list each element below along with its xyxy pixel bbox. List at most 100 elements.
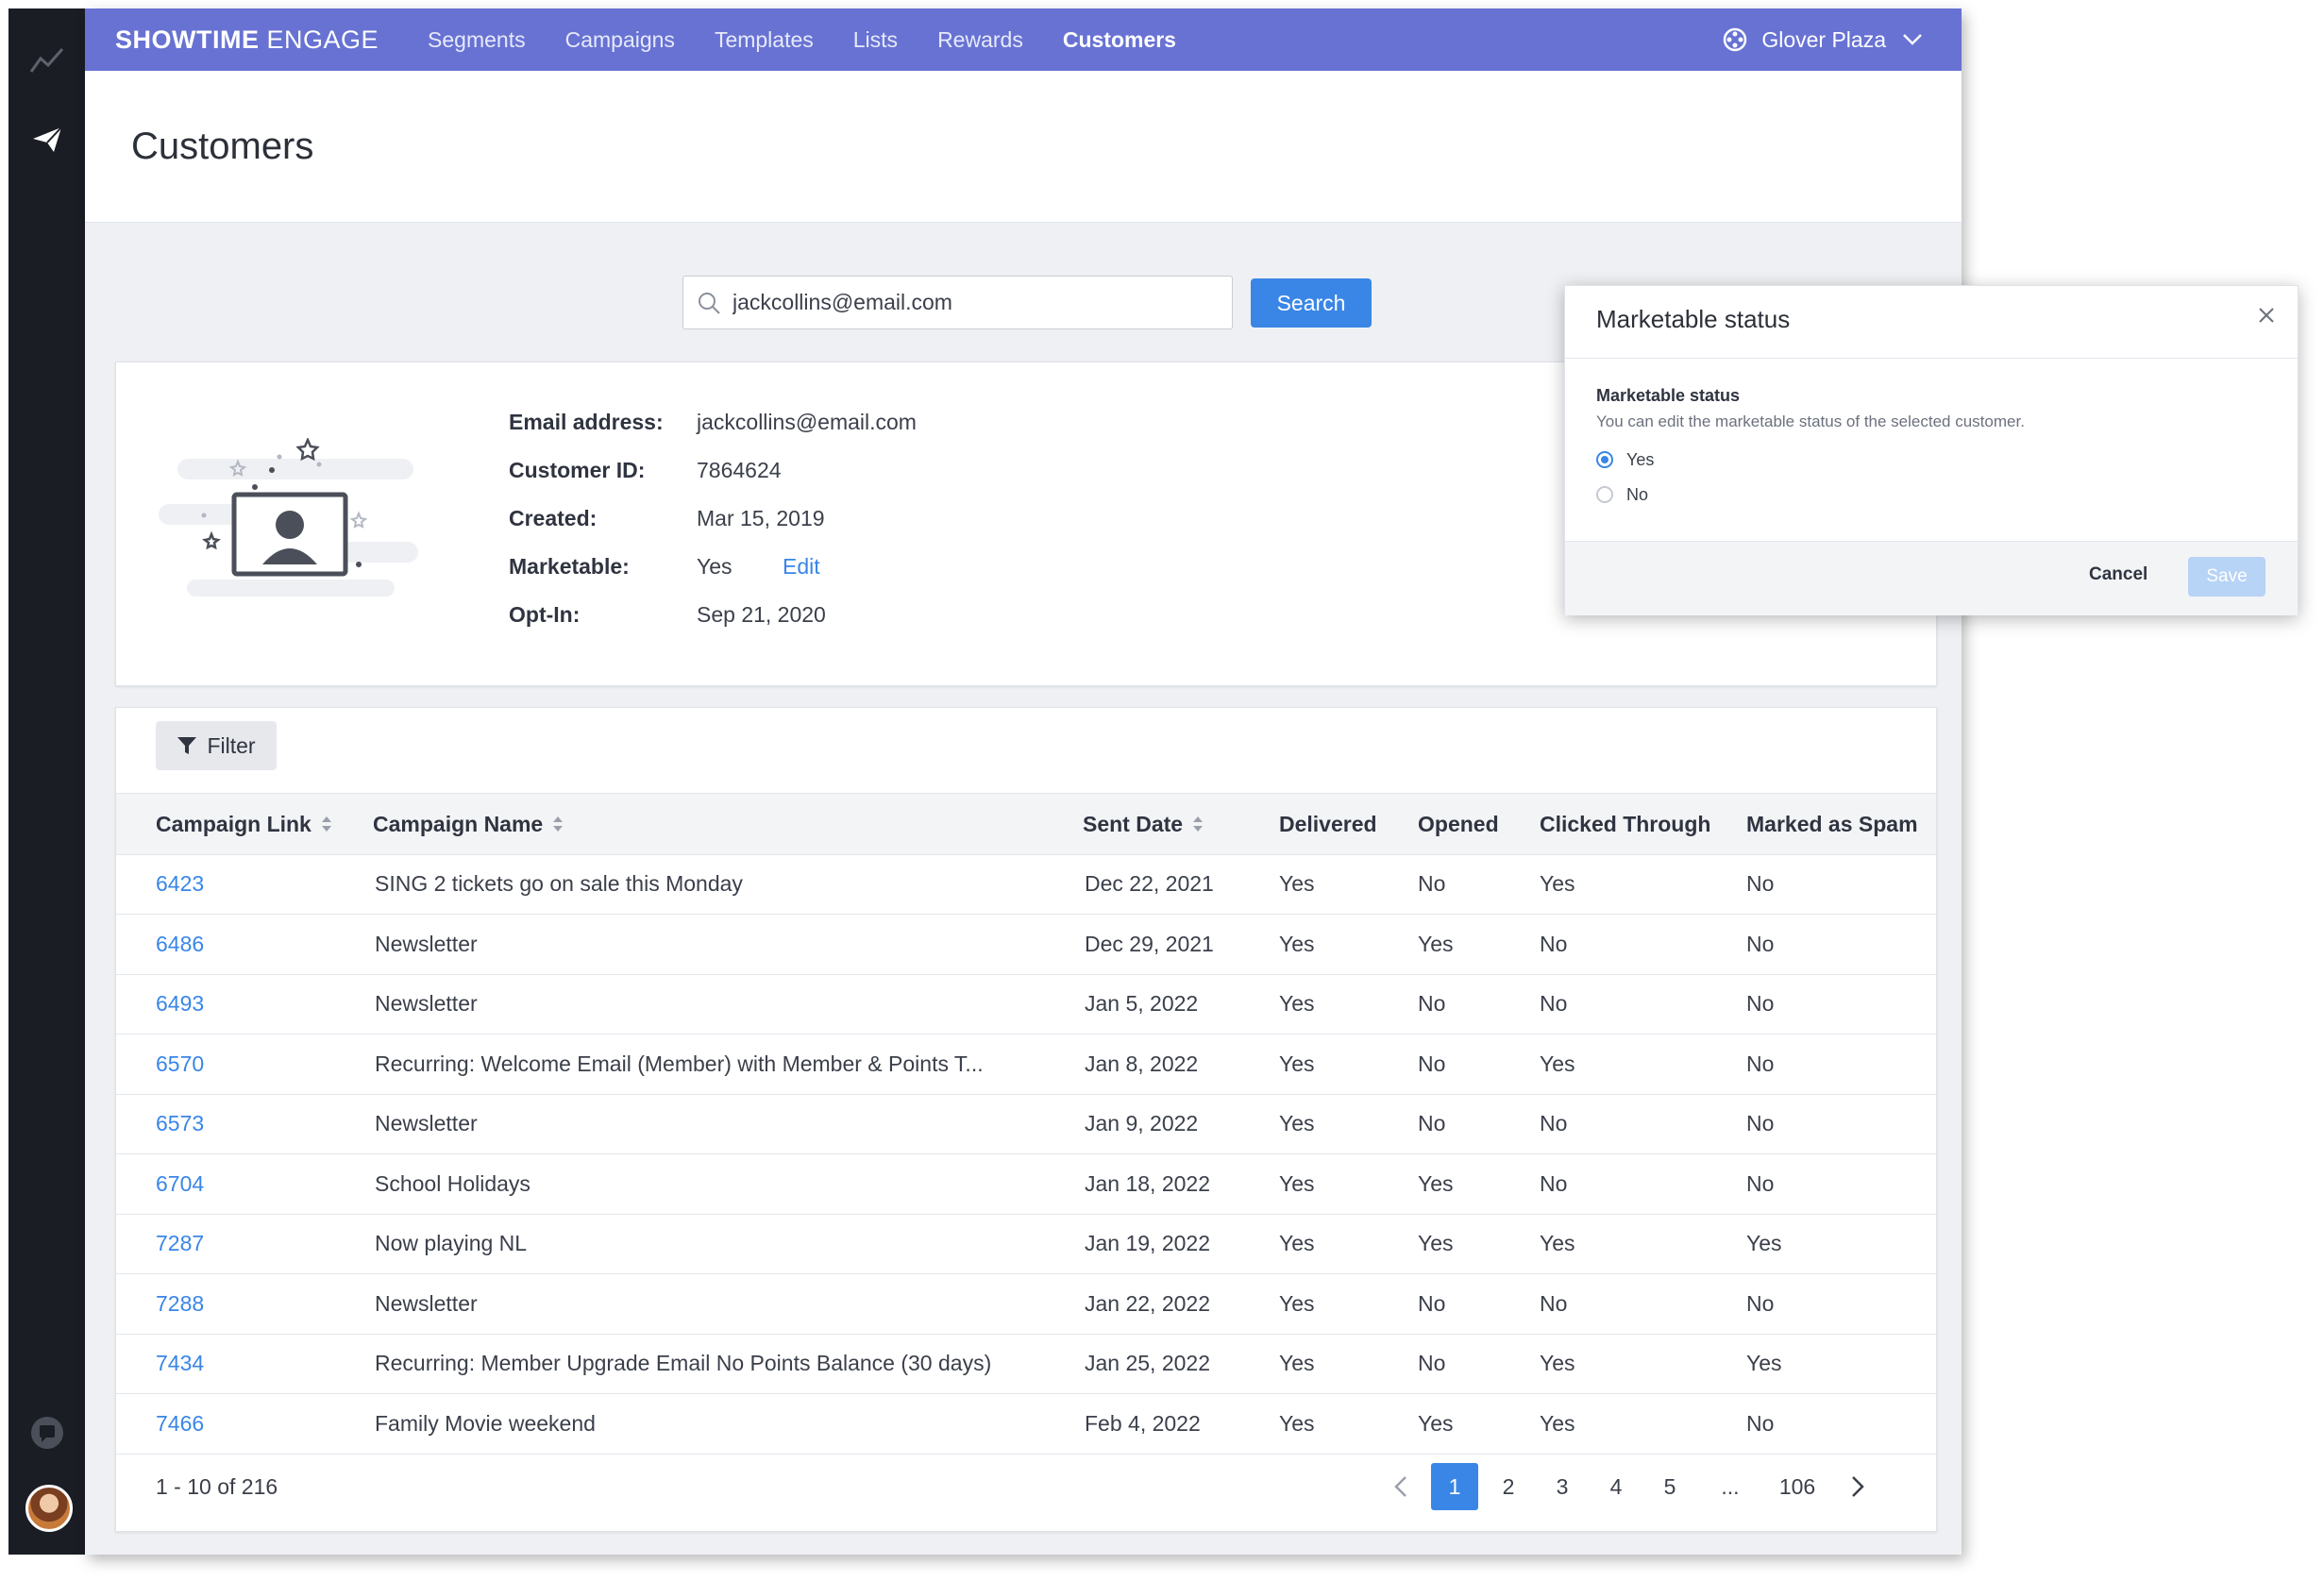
- page-ellipsis: ...: [1721, 1473, 1740, 1499]
- result-range: 1 - 10 of 216: [156, 1474, 278, 1499]
- table-cell-delivered: Yes: [1279, 871, 1315, 896]
- customer-search-box[interactable]: [682, 276, 1233, 329]
- table-cell-delivered: Yes: [1279, 1170, 1315, 1196]
- table-cell-clicked-through: Yes: [1540, 1410, 1575, 1436]
- table-cell-clicked-through: Yes: [1540, 871, 1575, 896]
- table-cell-delivered: Yes: [1279, 1051, 1315, 1076]
- brand-logo[interactable]: SHOWTIME ENGAGE: [115, 25, 379, 55]
- field-label: Email address:: [509, 410, 664, 434]
- column-header-label: Campaign Name: [373, 811, 544, 836]
- table-cell-marked-as-spam: No: [1746, 1410, 1775, 1436]
- table-cell-opened: Yes: [1418, 1410, 1454, 1436]
- column-header-campaign-name[interactable]: Campaign Name: [373, 794, 564, 854]
- customer-illustration-icon: [159, 436, 423, 613]
- venue-selector[interactable]: Glover Plaza: [1722, 8, 1924, 71]
- chat-icon[interactable]: [27, 1413, 67, 1453]
- campaign-link[interactable]: 6486: [156, 915, 345, 974]
- page-button[interactable]: 4: [1592, 1463, 1640, 1510]
- table-row: 7287 Now playing NL Jan 19, 2022 Yes Yes Yes Y…: [116, 1214, 1936, 1274]
- page-header: Customers: [85, 71, 1962, 223]
- radio-button[interactable]: [1596, 451, 1613, 468]
- send-icon[interactable]: [27, 120, 67, 160]
- table-cell-sent-date: Jan 8, 2022: [1085, 1051, 1199, 1076]
- page-button[interactable]: 1: [1431, 1463, 1478, 1510]
- table-cell-campaign-name: School Holidays: [375, 1170, 530, 1196]
- chevron-left-icon[interactable]: [1377, 1463, 1424, 1510]
- page-button[interactable]: 5: [1646, 1463, 1693, 1510]
- column-header-label: Campaign Link: [156, 811, 312, 836]
- field-label: Marketable:: [509, 554, 630, 579]
- campaign-link[interactable]: 6423: [156, 854, 345, 914]
- search-button[interactable]: Search: [1251, 278, 1372, 328]
- table-cell-clicked-through: No: [1540, 931, 1568, 956]
- table-cell-opened: Yes: [1418, 1170, 1454, 1196]
- column-header-opened: Opened: [1418, 794, 1499, 854]
- column-header-label: Marked as Spam: [1746, 811, 1918, 836]
- profile-field-row: Marketable: Yes Edit: [509, 554, 1358, 592]
- campaign-link[interactable]: 6704: [156, 1154, 345, 1214]
- sort-icon: [552, 816, 564, 833]
- campaign-link[interactable]: 6573: [156, 1094, 345, 1153]
- nav-item-customers[interactable]: Customers: [1063, 27, 1176, 53]
- top-navigation: SHOWTIME ENGAGE Segments Campaigns Template…: [85, 8, 1962, 71]
- radio-label: No: [1626, 484, 1649, 504]
- nav-item-segments[interactable]: Segments: [428, 27, 526, 53]
- column-header-label: Clicked Through: [1540, 811, 1711, 836]
- campaign-link[interactable]: 7287: [156, 1214, 345, 1273]
- column-header-sent-date[interactable]: Sent Date: [1083, 794, 1204, 854]
- column-header-delivered: Delivered: [1279, 794, 1377, 854]
- pagination: 1 2 3 4 5... 106: [1371, 1463, 1881, 1510]
- column-header-marked-as-spam: Marked as Spam: [1746, 794, 1918, 854]
- table-cell-delivered: Yes: [1279, 991, 1315, 1016]
- campaign-link[interactable]: 7288: [156, 1274, 345, 1334]
- table-cell-campaign-name: Newsletter: [375, 1290, 478, 1316]
- radio-option-yes[interactable]: Yes: [1596, 446, 1654, 473]
- table-cell-marked-as-spam: No: [1746, 1170, 1775, 1196]
- nav-item-lists[interactable]: Lists: [853, 27, 898, 53]
- table-row: 7434 Recurring: Member Upgrade Email No P…: [116, 1334, 1936, 1394]
- analytics-icon[interactable]: [27, 41, 67, 80]
- campaign-link[interactable]: 6570: [156, 1034, 345, 1094]
- table-cell-campaign-name: Now playing NL: [375, 1231, 528, 1255]
- nav-item-rewards[interactable]: Rewards: [937, 27, 1023, 53]
- table-cell-clicked-through: No: [1540, 1170, 1568, 1196]
- cancel-button[interactable]: Cancel: [2089, 564, 2147, 585]
- table-cell-sent-date: Feb 4, 2022: [1085, 1410, 1201, 1436]
- page-button[interactable]: 2: [1485, 1463, 1532, 1510]
- nav-menu: Segments Campaigns Templates Lists Rewards Cu…: [428, 27, 1216, 53]
- user-avatar[interactable]: [25, 1485, 73, 1532]
- sort-icon: [321, 816, 332, 833]
- field-value: Sep 21, 2020: [697, 602, 826, 627]
- table-cell-sent-date: Jan 19, 2022: [1085, 1231, 1211, 1255]
- table-cell-delivered: Yes: [1279, 1351, 1315, 1375]
- table-cell-clicked-through: Yes: [1540, 1231, 1575, 1255]
- radio-option-no[interactable]: No: [1596, 481, 1648, 508]
- campaign-link[interactable]: 6493: [156, 974, 345, 1034]
- edit-marketable-link[interactable]: Edit: [783, 554, 820, 580]
- radio-button[interactable]: [1596, 486, 1613, 503]
- table-cell-sent-date: Jan 5, 2022: [1085, 991, 1199, 1016]
- nav-item-templates[interactable]: Templates: [715, 27, 814, 53]
- table-cell-sent-date: Jan 9, 2022: [1085, 1111, 1199, 1135]
- profile-field-row: Opt-In: Sep 21, 2020: [509, 602, 1358, 640]
- campaign-link[interactable]: 7466: [156, 1394, 345, 1454]
- close-icon[interactable]: [2252, 301, 2281, 329]
- column-header-campaign-link[interactable]: Campaign Link: [156, 794, 332, 854]
- table-cell-clicked-through: No: [1540, 1111, 1568, 1135]
- filter-button[interactable]: Filter: [156, 721, 277, 770]
- campaign-link[interactable]: 7434: [156, 1334, 345, 1393]
- field-value: 7864624: [697, 458, 782, 482]
- page-button[interactable]: 3: [1539, 1463, 1586, 1510]
- field-value: Yes: [697, 554, 733, 579]
- chevron-right-icon[interactable]: [1834, 1463, 1881, 1510]
- search-input[interactable]: [731, 289, 1206, 316]
- dialog-field-label: Marketable status: [1596, 386, 1741, 405]
- page-button[interactable]: 106: [1767, 1463, 1827, 1510]
- table-cell-marked-as-spam: No: [1746, 1111, 1775, 1135]
- nav-item-campaigns[interactable]: Campaigns: [565, 27, 675, 53]
- table-row: 6704 School Holidays Jan 18, 2022 Yes Yes No N…: [116, 1154, 1936, 1215]
- save-button[interactable]: Save: [2188, 557, 2265, 597]
- search-icon: [697, 291, 721, 315]
- table-cell-delivered: Yes: [1279, 931, 1315, 956]
- table-cell-marked-as-spam: No: [1746, 931, 1775, 956]
